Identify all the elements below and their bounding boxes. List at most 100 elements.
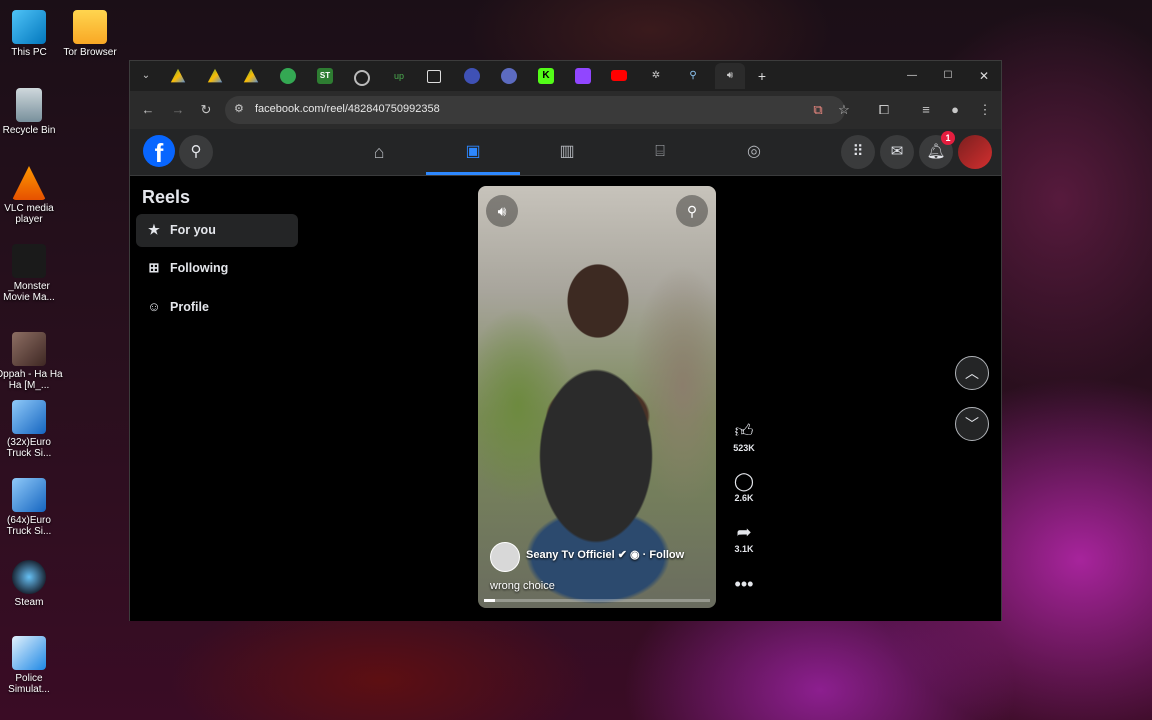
- truck-icon: [12, 478, 46, 512]
- tab-search-dropdown-icon[interactable]: ⌄: [138, 68, 154, 84]
- browser-window: ⌄ ST up K ✲ ⚲ 🔊︎ + — ☐ ✕ ← → ↻ ⚙ faceboo…: [129, 60, 1002, 621]
- sidebar-item-label: For you: [170, 223, 216, 237]
- more-dots-icon: •••: [734, 574, 754, 594]
- kick-icon[interactable]: K: [538, 68, 554, 84]
- notification-badge: 1: [941, 131, 955, 145]
- profile-avatar-icon[interactable]: ●: [945, 100, 965, 120]
- close-window-icon[interactable]: ✕: [976, 68, 992, 84]
- sidebar-item-for-you[interactable]: ★ For you: [136, 214, 298, 247]
- audio-tab-icon[interactable]: 🔊︎: [715, 63, 745, 89]
- desktop-icon-steam[interactable]: Steam: [0, 560, 64, 608]
- share-action[interactable]: ➦ 3.1K: [726, 521, 762, 554]
- desktop-icon-vlc[interactable]: VLC media player: [0, 166, 64, 225]
- minimize-icon[interactable]: —: [904, 68, 920, 84]
- extension-icon[interactable]: ✲: [648, 68, 664, 84]
- forward-icon[interactable]: →: [168, 100, 188, 120]
- desktop-icon-police-simulator[interactable]: Police Simulat...: [0, 636, 64, 695]
- twitch-icon[interactable]: [575, 68, 591, 84]
- verified-icon: ✔ ◉: [617, 549, 643, 561]
- st-icon[interactable]: ST: [317, 68, 333, 84]
- bookmark-star-icon[interactable]: ☆: [834, 100, 854, 120]
- google-drive-icon[interactable]: [243, 68, 259, 83]
- globe-icon[interactable]: [354, 70, 370, 86]
- desktop-icon-euro-truck-64[interactable]: (64x)Euro Truck Si...: [0, 478, 64, 537]
- video-progress-bar[interactable]: [484, 599, 710, 602]
- chrome-icon[interactable]: [280, 68, 296, 84]
- monitor-icon: [12, 10, 46, 44]
- desktop-icon-label: Steam: [14, 597, 44, 608]
- browser-toolbar: ← → ↻ ⚙ facebook.com/reel/48284075099235…: [130, 91, 1001, 129]
- back-icon[interactable]: ←: [138, 100, 158, 120]
- sidebar-item-following[interactable]: ⊞ Following: [136, 252, 298, 285]
- desktop-icon-label: VLC media player: [4, 203, 54, 225]
- sidebar-item-label: Following: [170, 261, 229, 275]
- more-options-action[interactable]: •••: [726, 573, 762, 595]
- desktop-icon-tor-browser[interactable]: Tor Browser: [55, 10, 125, 58]
- facebook-top-nav: f ⚲ ⌂ ▣ ▥ ⌸ ◎ ⠿ ✉ 🔔︎ 1: [130, 129, 1001, 176]
- cast-icon[interactable]: ⧉: [808, 100, 828, 120]
- ai-icon[interactable]: [501, 68, 517, 84]
- tab-strip: ⌄ ST up K ✲ ⚲ 🔊︎ + — ☐ ✕: [130, 61, 1001, 91]
- desktop-icon-label: Tor Browser: [63, 47, 117, 58]
- site-settings-icon[interactable]: ⚙: [234, 102, 244, 115]
- author-avatar[interactable]: [490, 542, 520, 572]
- desktop-icon-label: (32x)Euro Truck Si...: [6, 437, 52, 459]
- next-reel-button[interactable]: ﹀: [955, 407, 989, 441]
- desktop-icon-euro-truck-32[interactable]: (32x)Euro Truck Si...: [0, 400, 64, 459]
- google-drive-icon[interactable]: [170, 68, 186, 83]
- author-name[interactable]: Seany Tv Officiel: [526, 549, 615, 561]
- youtube-icon[interactable]: [611, 70, 627, 81]
- screen-icon[interactable]: [427, 70, 441, 83]
- profile-icon: ☺: [147, 299, 161, 314]
- tab-groups[interactable]: ◎: [707, 129, 801, 175]
- tab-feeds[interactable]: ▥: [520, 129, 614, 175]
- media-file-icon: [12, 332, 46, 366]
- account-avatar[interactable]: [958, 135, 992, 169]
- search-icon[interactable]: ⚲: [685, 68, 701, 84]
- desktop-icon-label: Oppah - Ha Ha Ha [M_...: [0, 369, 63, 391]
- chevron-down-icon: ﹀: [965, 416, 979, 432]
- feeds-icon: ▥: [559, 143, 575, 160]
- address-bar[interactable]: ⚙ facebook.com/reel/482840750992358: [225, 96, 845, 124]
- search-icon[interactable]: ⚲: [179, 135, 213, 169]
- like-icon: 👍︎: [734, 421, 754, 441]
- desktop-icon-recycle-bin[interactable]: Recycle Bin: [0, 88, 64, 136]
- volume-icon[interactable]: 🔊︎: [486, 195, 518, 227]
- desktop-icon-label: _Monster Movie Ma...: [3, 281, 55, 303]
- search-icon[interactable]: ⚲: [676, 195, 708, 227]
- video-icon: ▣: [465, 143, 481, 160]
- menu-grid-icon[interactable]: ⠿: [841, 135, 875, 169]
- desktop-icon-monster-movie[interactable]: _Monster Movie Ma...: [0, 244, 64, 303]
- extensions-icon[interactable]: ⧠: [874, 100, 894, 120]
- movie-icon: [12, 244, 46, 278]
- reel-video[interactable]: 🔊︎ ⚲ Seany Tv Officiel ✔ ◉ · Follow wron…: [478, 186, 716, 608]
- reload-icon[interactable]: ↻: [196, 100, 216, 120]
- google-drive-icon[interactable]: [207, 68, 223, 83]
- sidebar-item-profile[interactable]: ☺ Profile: [136, 291, 298, 324]
- video-progress-fill: [484, 599, 496, 602]
- maximize-icon[interactable]: ☐: [940, 68, 956, 84]
- previous-reel-button[interactable]: ︿: [955, 356, 989, 390]
- follow-button[interactable]: · Follow: [643, 549, 685, 561]
- tab-marketplace[interactable]: ⌸: [613, 129, 707, 175]
- upwork-icon[interactable]: up: [391, 68, 407, 84]
- tab-video[interactable]: ▣: [426, 129, 520, 175]
- url-text: facebook.com/reel/482840750992358: [255, 103, 440, 115]
- new-tab-button[interactable]: +: [754, 68, 770, 84]
- star-icon: ★: [148, 222, 160, 237]
- share-icon: ➦: [736, 522, 752, 542]
- messenger-icon[interactable]: ✉: [880, 135, 914, 169]
- comment-count: 2.6K: [734, 493, 754, 503]
- recycle-bin-icon: [16, 88, 42, 122]
- desktop-icon-oppah[interactable]: Oppah - Ha Ha Ha [M_...: [0, 332, 64, 391]
- facebook-logo-icon[interactable]: f: [143, 135, 175, 167]
- ai-icon[interactable]: [464, 68, 480, 84]
- like-action[interactable]: 👍︎ 523K: [726, 420, 762, 453]
- menu-kebab-icon[interactable]: ⋮: [975, 100, 995, 120]
- media-control-icon[interactable]: ≡: [916, 100, 936, 120]
- folder-icon: [73, 10, 107, 44]
- reel-caption: wrong choice: [490, 580, 555, 592]
- tab-home[interactable]: ⌂: [332, 129, 426, 175]
- home-icon: ⌂: [373, 142, 385, 162]
- comment-action[interactable]: ◯ 2.6K: [726, 470, 762, 503]
